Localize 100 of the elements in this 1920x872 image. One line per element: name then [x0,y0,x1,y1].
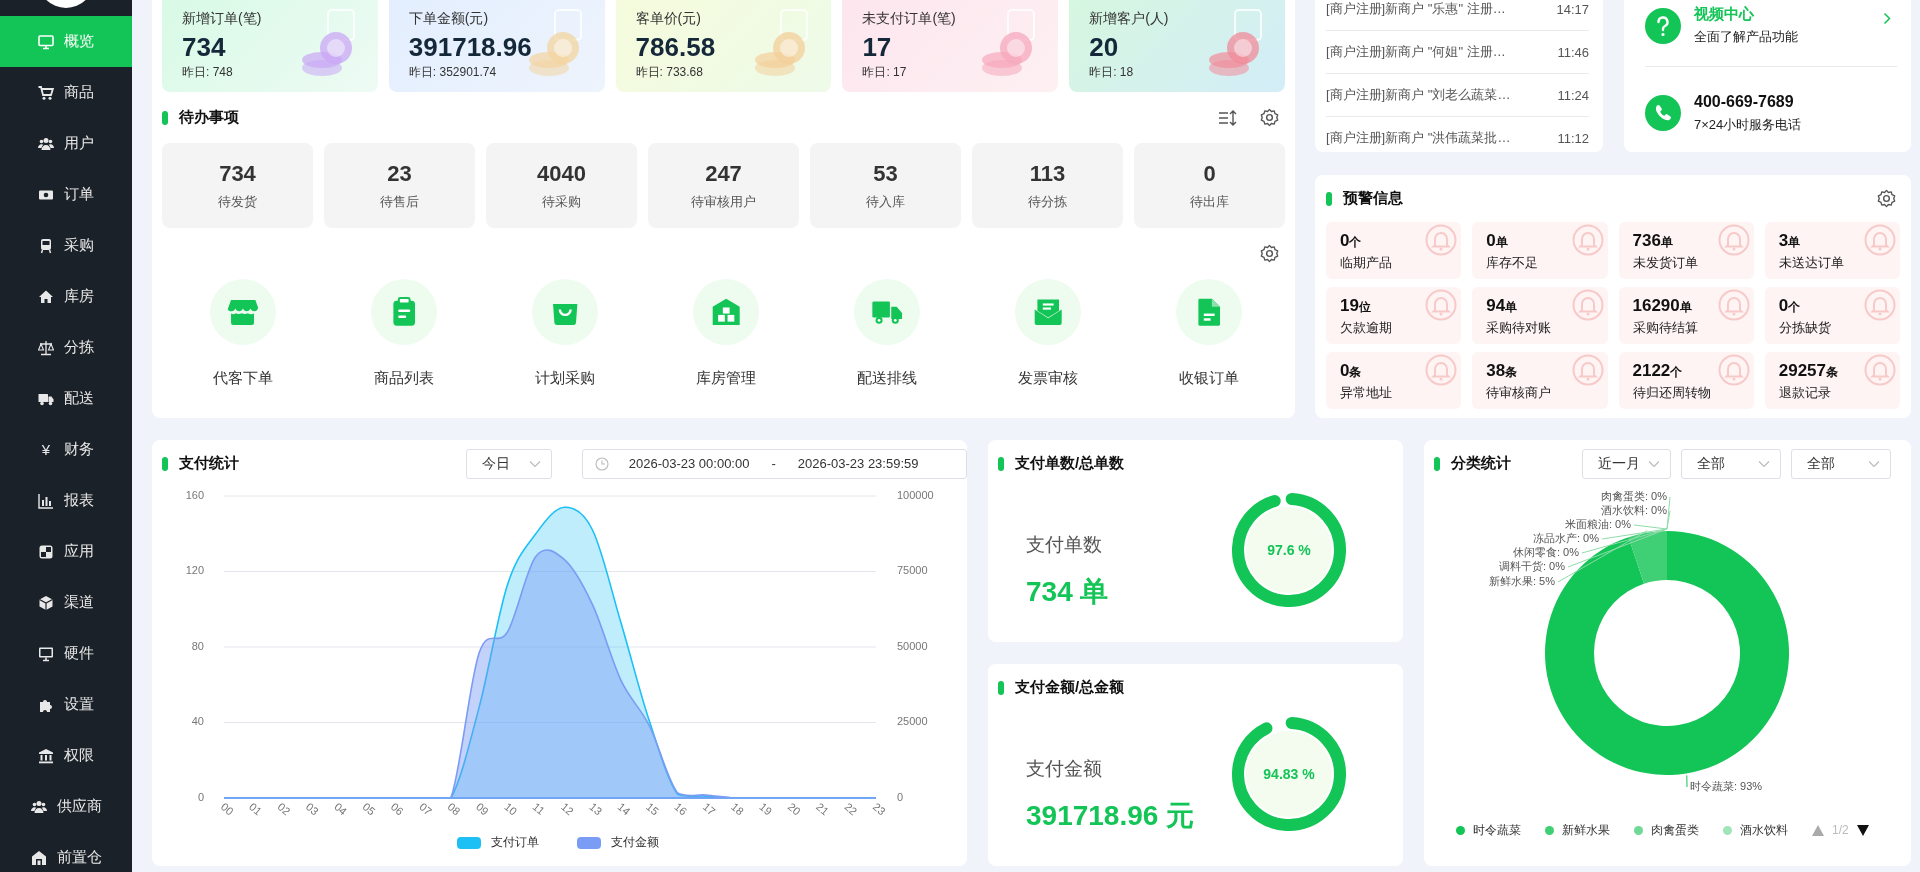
axis-label: 11 [530,800,547,817]
notice-item[interactable]: [商户注册]新商户 "刘老么蔬菜… 11:24 [1326,74,1589,117]
nav-item[interactable]: 供应商 [0,781,132,832]
date-range-field[interactable]: 2026-03-23 00:00:00 - 2026-03-23 23:59:59 [581,448,967,479]
legend-dot[interactable] [1456,825,1465,835]
page-down-icon[interactable] [1856,824,1869,836]
alert-card[interactable]: 736单 未发货订单 [1618,222,1754,279]
todo-card[interactable]: 247 待审核用户 [648,143,799,228]
legend-item[interactable]: 支付金额 [577,835,659,850]
alert-card[interactable]: 16290单 采购待结算 [1618,287,1754,344]
alert-card[interactable]: 38条 待审核商户 [1472,352,1608,409]
nav-item[interactable]: 库房 [0,271,132,322]
legend-label[interactable]: 肉禽蛋类 [1651,821,1699,839]
nav-item[interactable]: 分拣 [0,322,132,373]
alert-card[interactable]: 2122个 待归还周转物 [1618,352,1754,409]
range-select[interactable]: 今日 [466,448,552,479]
todo-label: 待出库 [1190,192,1229,211]
todo-card[interactable]: 734 待发货 [162,143,313,228]
alert-card[interactable]: 0单 库存不足 [1472,222,1608,279]
todo-card[interactable]: 0 待出库 [1134,143,1285,228]
bell-icon [1425,224,1458,256]
nav-item[interactable]: 前置仓 [0,832,132,872]
todo-card[interactable]: 4040 待采购 [486,143,637,228]
bell-icon [1571,289,1604,321]
title-marker [1326,191,1332,206]
legend-dot[interactable] [1634,825,1643,835]
data-label: 时令蔬菜: 93% [1690,779,1763,792]
shortcut-button[interactable]: 代客下单 [162,279,323,388]
notice-text: [商户注册]新商户 "何姐" 注册… [1326,43,1506,61]
axis-label: 16 [672,800,690,818]
legend-label[interactable]: 酒水饮料 [1740,821,1788,839]
nav-item[interactable]: 配送 [0,373,132,424]
settings-icon[interactable] [1877,189,1896,208]
clock-icon [594,456,609,471]
alert-label: 临期产品 [1340,254,1393,272]
shortcut-button[interactable]: 商品列表 [323,279,484,388]
todo-card[interactable]: 23 待售后 [324,143,475,228]
bell-icon [1425,289,1458,321]
page-up-icon[interactable] [1812,824,1824,836]
legend-label[interactable]: 时令蔬菜 [1473,821,1521,839]
nav-item[interactable]: ¥ 财务 [0,424,132,475]
legend-dot[interactable] [1545,825,1554,835]
metric-value: 734 单 [1026,575,1110,609]
alert-count: 29257 [1778,360,1827,382]
shortcut-button[interactable]: 计划采购 [484,279,645,388]
nav-item[interactable]: 应用 [0,526,132,577]
stat-previous: 昨日: 352901.74 [408,64,498,80]
nav-item[interactable]: 用户 [0,118,132,169]
nav-item[interactable]: 采购 [0,220,132,271]
settings-icon[interactable] [1260,244,1279,263]
alert-card[interactable]: 0个 分拣缺货 [1764,287,1900,344]
axis-label: 120 [185,564,204,577]
filter-select[interactable]: 全部 [1681,448,1781,479]
notice-text: [商户注册]新商户 "刘老么蔬菜… [1326,86,1511,104]
todo-card[interactable]: 113 待分拣 [972,143,1123,228]
axis-label: 15 [643,800,662,818]
nav-item[interactable]: 商品 [0,67,132,118]
axis-label: 04 [332,800,350,818]
alert-card[interactable]: 29257条 退款记录 [1764,352,1900,409]
alert-card[interactable]: 0个 临期产品 [1326,222,1462,279]
alert-count: 736 [1632,230,1661,252]
shortcut-button[interactable]: 配送排线 [806,279,967,388]
alert-card[interactable]: 94单 采购待对账 [1472,287,1608,344]
stat-value: 20 [1089,31,1120,64]
legend-label[interactable]: 新鲜水果 [1562,821,1610,839]
shortcut-button[interactable]: 收银订单 [1128,279,1289,388]
todo-label: 待分拣 [1028,192,1067,211]
section-title: 支付金额/总金额 [1015,678,1125,697]
stat-previous: 昨日: 748 [182,64,234,80]
todo-card[interactable]: 53 待入库 [810,143,961,228]
axis-label: 20 [785,800,803,818]
nav-item[interactable]: 权限 [0,730,132,781]
sort-icon[interactable] [1218,108,1238,127]
nav-item[interactable]: 订单 [0,169,132,220]
nav-item[interactable]: 设置 [0,679,132,730]
filter-select[interactable]: 近一月 [1582,448,1671,479]
shortcut-button[interactable]: 库房管理 [645,279,806,388]
alert-unit: 单 [1495,235,1508,251]
settings-icon[interactable] [1260,108,1279,127]
stat-previous: 昨日: 733.68 [635,64,704,80]
shortcut-button[interactable]: 发票审核 [967,279,1128,388]
alert-card[interactable]: 19位 欠款逾期 [1326,287,1462,344]
alert-card[interactable]: 3单 未送达订单 [1764,222,1900,279]
nav-item[interactable]: 渠道 [0,577,132,628]
todo-count: 53 [873,160,898,187]
notice-item[interactable]: [商户注册]新商户 "乐惠" 注册… 14:17 [1326,0,1589,31]
alert-count: 2122 [1632,360,1671,382]
chevron-right-icon[interactable] [1883,12,1891,25]
alert-label: 库存不足 [1486,254,1540,272]
warehouse-icon [692,279,759,345]
legend-dot[interactable] [1723,825,1732,835]
nav-item[interactable]: 硬件 [0,628,132,679]
nav-item[interactable]: 报表 [0,475,132,526]
alert-card[interactable]: 0条 异常地址 [1326,352,1462,409]
legend-item[interactable]: 支付订单 [457,835,539,850]
notice-item[interactable]: [商户注册]新商户 "洪伟蔬菜批… 11:12 [1326,117,1589,152]
filter-select[interactable]: 全部 [1791,448,1891,479]
stat-label: 下单金额(元) [408,9,490,28]
notice-item[interactable]: [商户注册]新商户 "何姐" 注册… 11:46 [1326,31,1589,74]
yen-icon: ¥ [38,441,54,458]
